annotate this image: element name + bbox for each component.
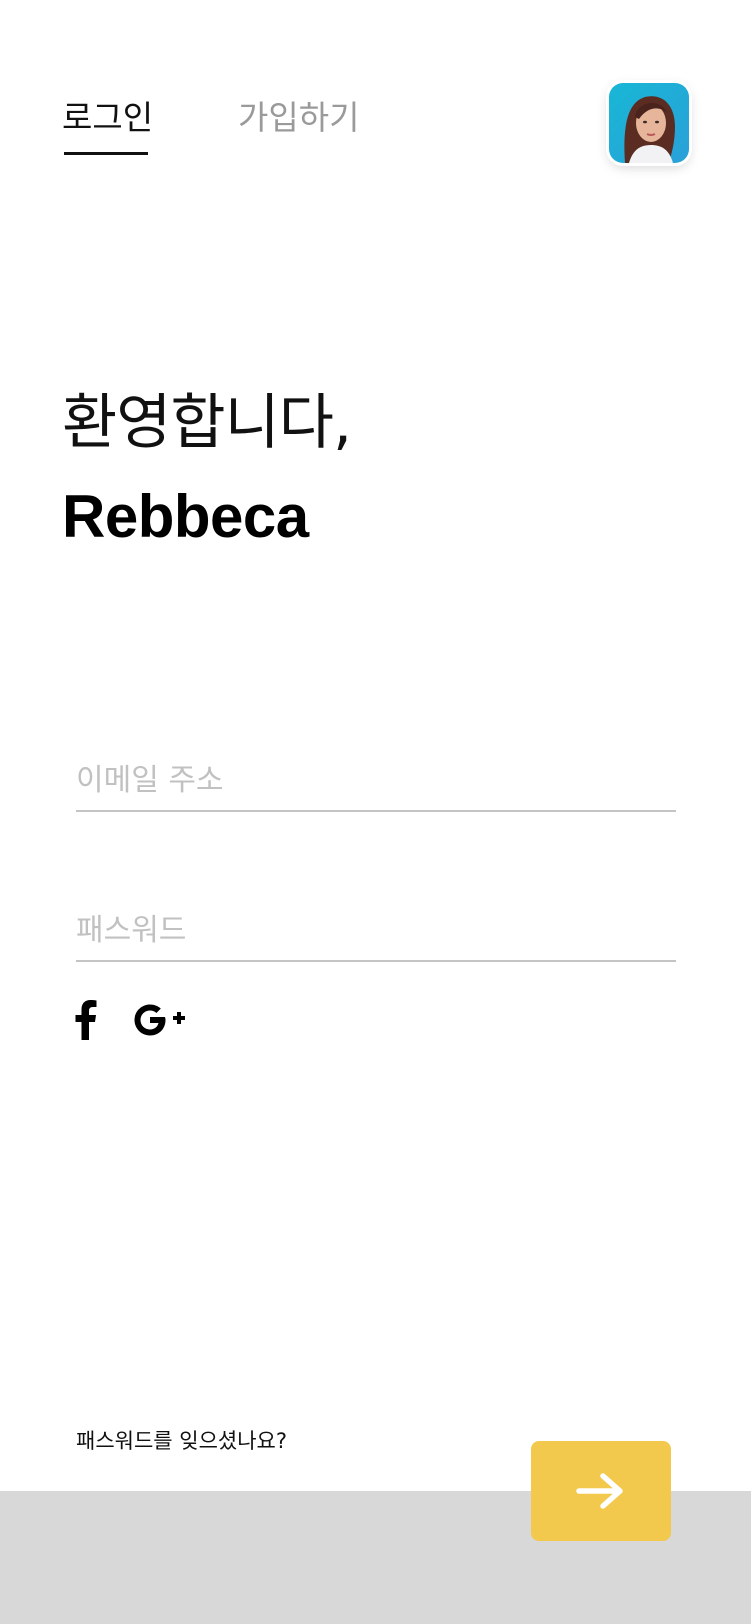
avatar[interactable]	[609, 83, 689, 163]
google-plus-icon[interactable]	[132, 996, 188, 1040]
forgot-password-link[interactable]: 패스워드를 잊으셨나요?	[76, 1426, 287, 1456]
password-field	[76, 900, 676, 962]
login-screen: 로그인 가입하기 환영합니다, Rebbeca 이메일 주소 패스워드를 잊으셨…	[0, 0, 751, 1624]
tab-login[interactable]: 로그인	[62, 96, 153, 140]
password-input[interactable]	[76, 900, 676, 960]
submit-button[interactable]	[531, 1441, 671, 1541]
email-input[interactable]	[76, 750, 676, 810]
user-name: Rebbeca	[62, 483, 309, 550]
active-tab-indicator	[64, 152, 148, 155]
arrow-right-icon	[576, 1473, 623, 1509]
welcome-greeting: 환영합니다,	[62, 388, 352, 458]
email-field	[76, 750, 676, 812]
facebook-icon[interactable]	[70, 996, 100, 1040]
tab-signup[interactable]: 가입하기	[238, 96, 359, 140]
avatar-photo	[609, 83, 689, 163]
